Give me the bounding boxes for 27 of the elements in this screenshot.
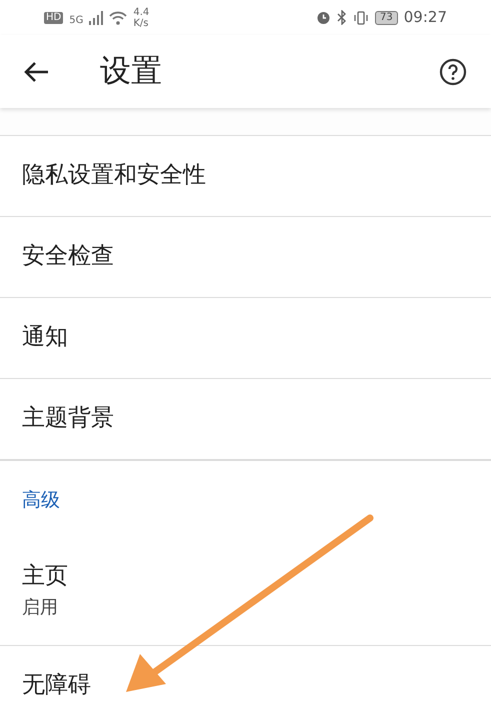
page-title: 设置 <box>100 52 162 92</box>
alarm-icon <box>316 10 332 25</box>
item-title: 主题背景 <box>22 405 115 433</box>
item-subtitle: 启用 <box>22 596 59 620</box>
vibrate-icon <box>353 10 370 24</box>
battery-indicator: 73 <box>375 10 398 24</box>
settings-item[interactable]: 主题背景 <box>0 379 491 460</box>
item-title: 安全检查 <box>22 243 115 271</box>
settings-item[interactable]: 安全检查 <box>0 217 491 298</box>
settings-item[interactable]: 通知 <box>0 298 491 379</box>
hd-badge: HD <box>44 12 64 24</box>
item-title: 主页 <box>22 562 69 590</box>
bluetooth-icon <box>337 10 348 25</box>
item-title: 无障碍 <box>22 672 92 700</box>
wifi-icon <box>109 10 128 24</box>
clock: 09:27 <box>404 7 447 28</box>
section-header: 高级 <box>22 488 60 513</box>
speed-value: 4.4 <box>133 6 150 18</box>
settings-item[interactable]: 主页 启用 <box>0 539 491 646</box>
speed-unit: K/s <box>133 18 150 28</box>
settings-item[interactable]: 隐私设置和安全性 <box>0 136 491 217</box>
signal-icon <box>89 10 104 24</box>
item-title: 隐私设置和安全性 <box>22 162 207 190</box>
help-icon[interactable] <box>439 58 467 86</box>
network-label: 5G <box>69 14 84 28</box>
item-title: 通知 <box>22 324 69 352</box>
back-arrow-icon[interactable] <box>24 60 50 82</box>
